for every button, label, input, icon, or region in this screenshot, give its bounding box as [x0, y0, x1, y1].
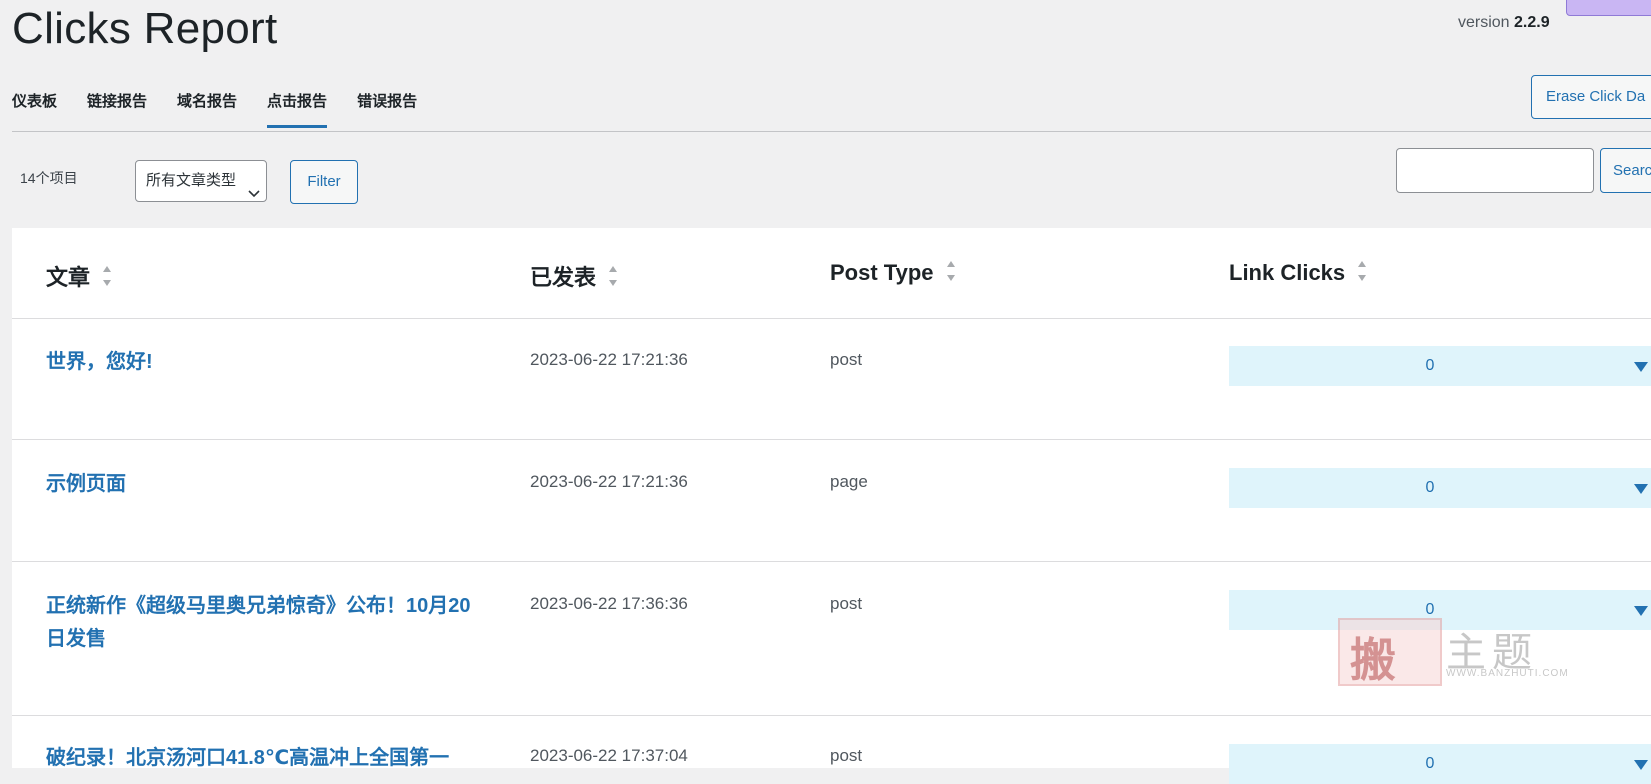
search-input[interactable] — [1396, 148, 1594, 193]
post-type-cell: post — [830, 350, 863, 369]
triangle-down-icon — [1633, 360, 1649, 378]
row-divider — [12, 561, 1651, 562]
link-clicks-toggle[interactable]: 0 — [1229, 346, 1651, 386]
chevron-down-icon — [248, 175, 260, 198]
post-type-cell: post — [830, 746, 863, 765]
triangle-down-icon — [1633, 758, 1649, 776]
tab-domain-report[interactable]: 域名报告 — [177, 90, 237, 128]
tab-link-report[interactable]: 链接报告 — [87, 90, 147, 128]
post-type-select[interactable]: 所有文章类型 — [135, 160, 267, 202]
watermark-url: WWW.BANZHUTI.COM — [1446, 668, 1569, 679]
triangle-down-icon — [1633, 604, 1649, 622]
sort-arrows-icon — [608, 264, 618, 290]
link-clicks-toggle[interactable]: 0 — [1229, 744, 1651, 784]
filter-button[interactable]: Filter — [290, 160, 358, 204]
sort-arrows-icon — [1357, 259, 1367, 285]
page-title: Clicks Report — [12, 4, 278, 53]
version-info: version 2.2.9 — [1458, 14, 1550, 32]
column-header-link-clicks[interactable]: Link Clicks — [1229, 260, 1367, 287]
column-header-link-clicks-label: Link Clicks — [1229, 260, 1346, 285]
post-type-cell: page — [830, 472, 868, 491]
column-header-post-type-label: Post Type — [830, 260, 934, 285]
column-header-post-type[interactable]: Post Type — [830, 260, 956, 287]
post-type-select-value: 所有文章类型 — [146, 172, 237, 189]
tab-dashboard[interactable]: 仪表板 — [12, 90, 57, 128]
watermark-logo-box: 搬 — [1338, 618, 1442, 687]
report-tabs: 仪表板 链接报告 域名报告 点击报告 错误报告 — [12, 90, 447, 128]
site-watermark: 搬 主题 WWW.BANZHUTI.COM — [1338, 618, 1569, 687]
link-clicks-count: 0 — [1425, 357, 1435, 374]
link-clicks-count: 0 — [1425, 601, 1435, 618]
sort-arrows-icon — [102, 264, 112, 290]
published-date: 2023-06-22 17:36:36 — [530, 594, 688, 613]
row-divider — [12, 439, 1651, 440]
column-header-article[interactable]: 文章 — [46, 260, 112, 292]
link-clicks-count: 0 — [1425, 479, 1435, 496]
published-date: 2023-06-22 17:21:36 — [530, 350, 688, 369]
post-title-link[interactable]: 示例页面 — [46, 468, 476, 501]
column-header-article-label: 文章 — [46, 265, 91, 290]
post-title-link[interactable]: 世界，您好! — [46, 346, 476, 379]
link-clicks-toggle[interactable]: 0 — [1229, 468, 1651, 508]
watermark-glyph: 搬 — [1350, 633, 1396, 687]
version-label: version — [1458, 14, 1510, 31]
tabs-divider — [12, 131, 1651, 132]
post-title-link[interactable]: 正统新作《超级马里奥兄弟惊奇》公布！10月20日发售 — [46, 590, 476, 656]
items-count: 14个项目 — [20, 170, 78, 186]
link-clicks-count: 0 — [1425, 755, 1435, 772]
published-date: 2023-06-22 17:21:36 — [530, 472, 688, 491]
post-title-link[interactable]: 破纪录！北京汤河口41.8℃高温冲上全国第一 — [46, 742, 486, 775]
clicks-table: 文章 已发表 Post Type Link Clicks 世界，您好! 2023… — [12, 228, 1651, 784]
published-date: 2023-06-22 17:37:04 — [530, 746, 688, 765]
sort-arrows-icon — [946, 259, 956, 285]
row-divider — [12, 715, 1651, 716]
version-number: 2.2.9 — [1514, 14, 1550, 31]
erase-click-data-button[interactable]: Erase Click Da — [1531, 75, 1651, 119]
row-divider — [12, 318, 1651, 319]
post-type-cell: post — [830, 594, 863, 613]
search-button[interactable]: Searc — [1600, 148, 1651, 193]
tab-error-report[interactable]: 错误报告 — [357, 90, 417, 128]
triangle-down-icon — [1633, 482, 1649, 500]
column-header-published-label: 已发表 — [530, 265, 597, 290]
tab-click-report[interactable]: 点击报告 — [267, 90, 328, 128]
column-header-published[interactable]: 已发表 — [530, 260, 618, 292]
corner-notice-badge[interactable] — [1566, 0, 1651, 16]
